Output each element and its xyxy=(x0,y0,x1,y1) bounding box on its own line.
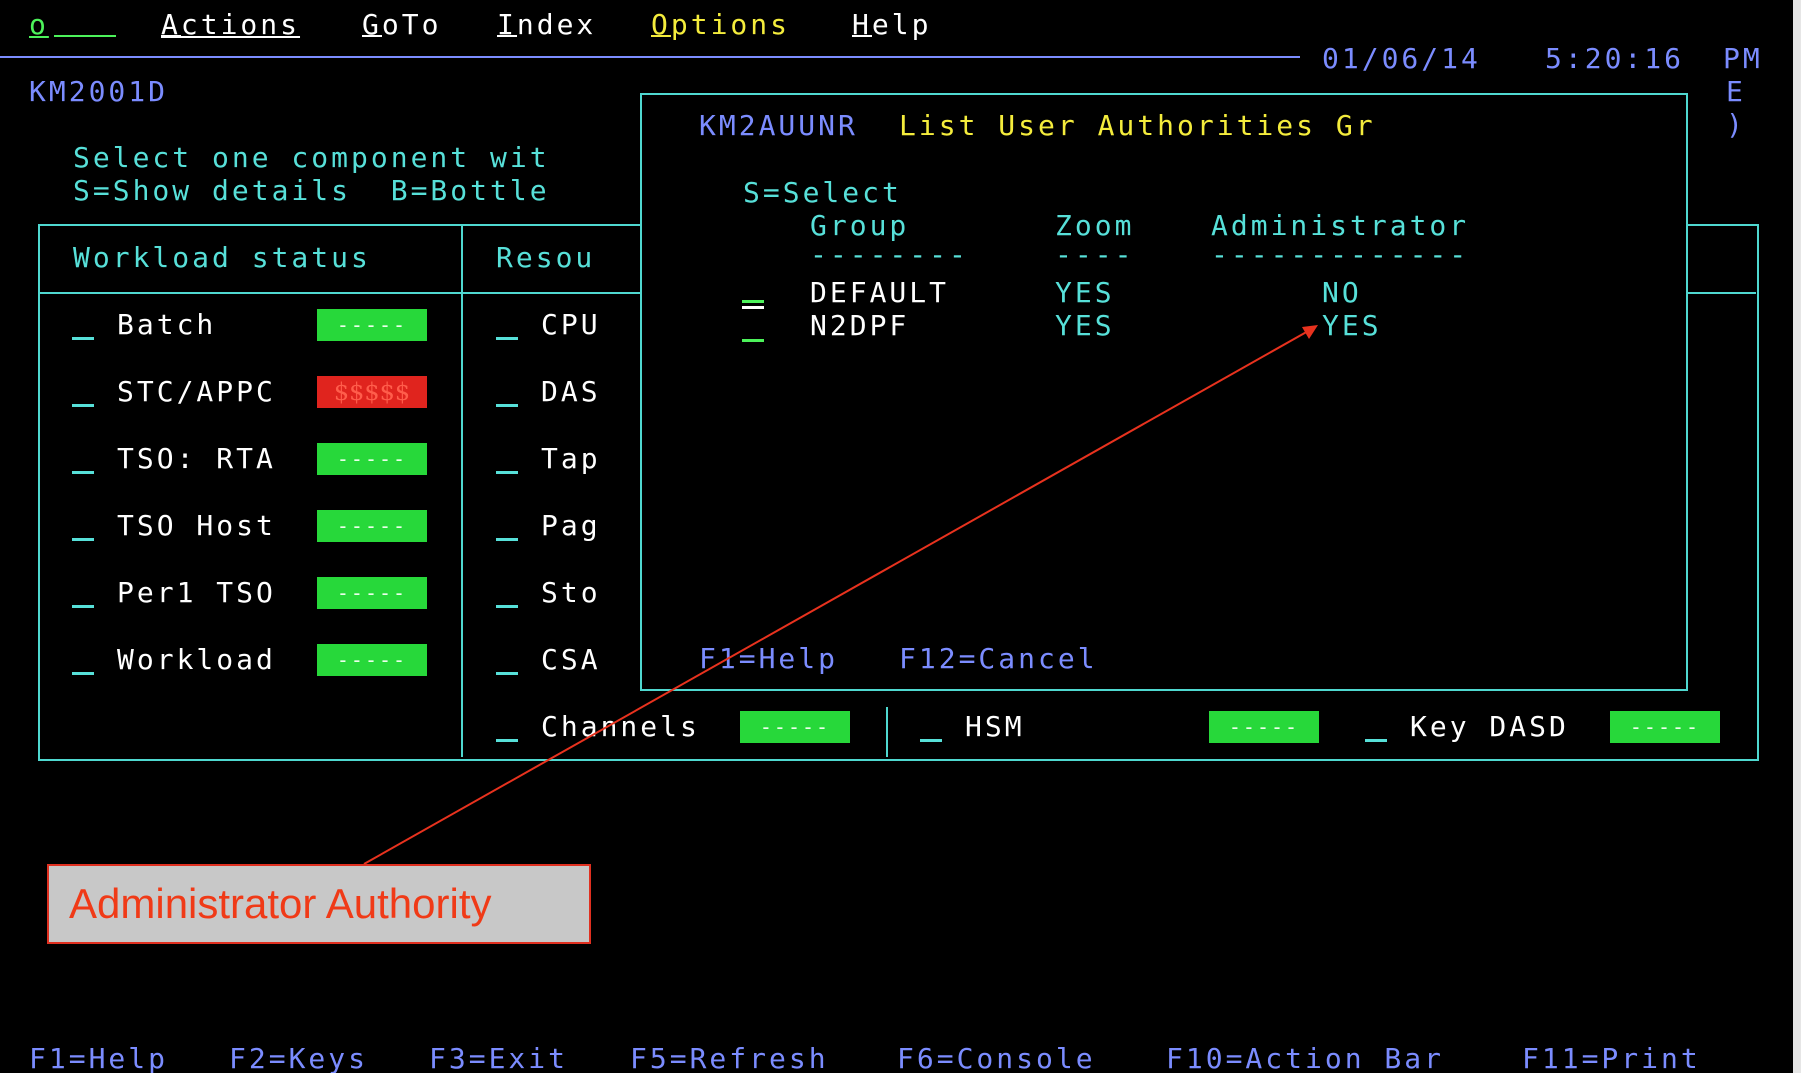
fkey-f5-refresh[interactable]: F5=Refresh xyxy=(630,1042,829,1073)
window-edge xyxy=(1793,0,1801,1073)
fkey-f1-help[interactable]: F1=Help xyxy=(29,1042,168,1073)
fkey-f3-exit[interactable]: F3=Exit xyxy=(429,1042,568,1073)
fkey-f2-keys[interactable]: F2=Keys xyxy=(229,1042,368,1073)
fkey-f10-action-bar[interactable]: F10=Action Bar xyxy=(1166,1042,1444,1073)
fkey-f6-console[interactable]: F6=Console xyxy=(897,1042,1096,1073)
fkey-f11-print[interactable]: F11=Print xyxy=(1522,1042,1701,1073)
administrator-authority-callout: Administrator Authority xyxy=(47,864,591,944)
terminal-screen: o Actions GoTo Index Options Help 01/06/… xyxy=(0,0,1801,1073)
